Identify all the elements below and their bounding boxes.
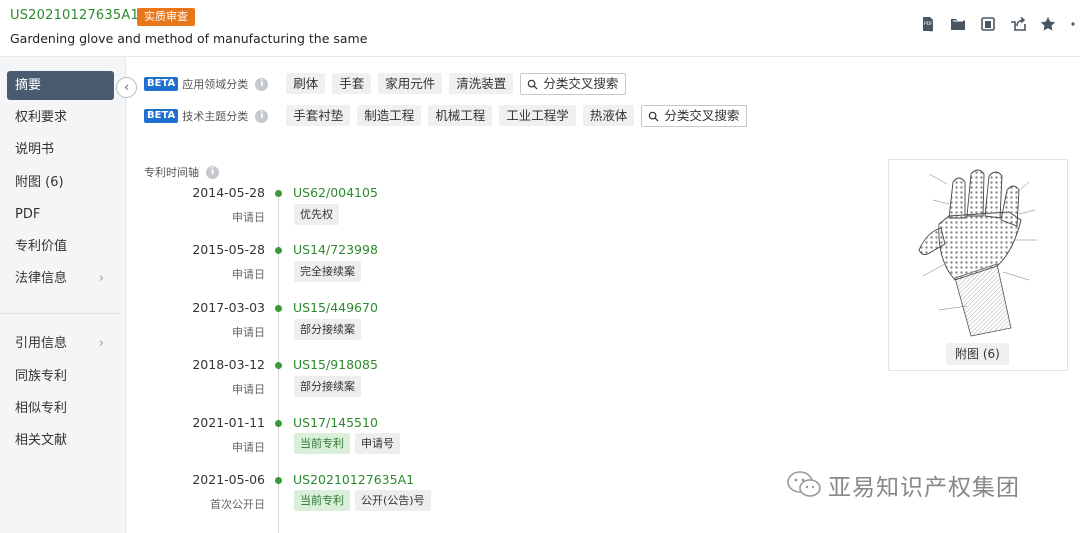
timeline-date-type: 申请日 — [232, 268, 265, 281]
timeline-tag: 申请号 — [355, 433, 400, 454]
timeline-date-type: 申请日 — [232, 441, 265, 454]
timeline-dot — [275, 247, 282, 254]
sidebar-item-description[interactable]: 说明书 — [7, 135, 114, 164]
timeline-entry: 2014-05-28 申请日 US62/004105 优先权 — [0, 185, 600, 235]
publication-number-link[interactable]: US20210127635A1 — [293, 472, 414, 487]
info-icon[interactable]: i — [255, 77, 269, 91]
patent-header: US20210127635A1 实质审查 Gardening glove and… — [0, 0, 1080, 57]
application-number-link[interactable]: US15/449670 — [293, 300, 378, 315]
timeline-date: 2014-05-28 — [192, 185, 265, 200]
classification-tag[interactable]: 制造工程 — [357, 105, 422, 126]
timeline-dot — [275, 420, 282, 427]
figures-button[interactable]: 附图 (6) — [946, 343, 1009, 365]
application-field-tags: 刷体 手套 家用元件 清洗装置 分类交叉搜索 — [286, 73, 627, 95]
current-patent-tag: 当前专利 — [294, 490, 350, 511]
timeline-tag: 完全接续案 — [294, 261, 361, 282]
figure-thumbnail-card[interactable]: 附图 (6) — [888, 159, 1068, 371]
info-icon[interactable]: i — [255, 109, 269, 123]
glove-drawing-image — [918, 169, 1037, 337]
timeline-date: 2018-03-12 — [192, 357, 265, 372]
cross-search-button[interactable]: 分类交叉搜索 — [520, 73, 627, 95]
timeline-date: 2021-05-06 — [192, 472, 265, 487]
more-icon[interactable] — [1070, 16, 1080, 32]
timeline-entry: 2015-05-28 申请日 US14/723998 完全接续案 — [0, 242, 600, 292]
status-badge: 实质审查 — [137, 8, 195, 26]
sidebar-item-label: 说明书 — [15, 142, 55, 157]
timeline-entry: 2021-05-06 首次公开日 US20210127635A1 当前专利 公开… — [0, 472, 600, 522]
share-icon[interactable] — [1010, 16, 1026, 32]
classification-tag[interactable]: 热液体 — [582, 105, 635, 126]
timeline-dot — [275, 190, 282, 197]
classification-tag[interactable]: 手套衬垫 — [286, 105, 351, 126]
application-number-link[interactable]: US14/723998 — [293, 242, 378, 257]
sidebar-item-label: 权利要求 — [15, 110, 68, 125]
timeline-entry: 2018-03-12 申请日 US15/918085 部分接续案 — [0, 357, 600, 407]
cross-search-label: 分类交叉搜索 — [664, 108, 740, 123]
star-icon[interactable] — [1040, 16, 1056, 32]
patent-title: Gardening glove and method of manufactur… — [10, 31, 368, 46]
cross-search-label: 分类交叉搜索 — [543, 76, 619, 91]
cross-search-button[interactable]: 分类交叉搜索 — [641, 105, 748, 127]
classification-tag[interactable]: 刷体 — [286, 73, 326, 94]
timeline-date: 2017-03-03 — [192, 300, 265, 315]
timeline-tag: 部分接续案 — [294, 319, 361, 340]
timeline-dot — [275, 362, 282, 369]
timeline-tag: 公开(公告)号 — [355, 490, 431, 511]
search-icon — [528, 79, 538, 90]
application-number-link[interactable]: US62/004105 — [293, 185, 378, 200]
technical-topic-label: 技术主题分类 — [182, 110, 249, 123]
timeline-date-type: 首次公开日 — [210, 498, 265, 511]
timeline-dot — [275, 305, 282, 312]
timeline-heading-label: 专利时间轴 — [144, 166, 199, 179]
timeline-heading: 专利时间轴 i — [144, 164, 219, 180]
classification-tag[interactable]: 工业工程学 — [499, 105, 576, 126]
technical-topic-tags: 手套衬垫 制造工程 机械工程 工业工程学 热液体 分类交叉搜索 — [286, 105, 748, 127]
classification-tag[interactable]: 手套 — [332, 73, 372, 94]
timeline-date: 2021-01-11 — [192, 415, 265, 430]
wechat-watermark: 亚易知识产权集团 — [786, 468, 1020, 502]
timeline-date: 2015-05-28 — [192, 242, 265, 257]
wechat-icon — [787, 471, 821, 497]
timeline-entry: 2017-03-03 申请日 US15/449670 部分接续案 — [0, 300, 600, 350]
technical-topic-row: BETA 技术主题分类 i 手套衬垫 制造工程 机械工程 工业工程学 热液体 分… — [144, 104, 748, 128]
svg-text:PDF: PDF — [924, 21, 933, 27]
application-number-link[interactable]: US15/918085 — [293, 357, 378, 372]
classification-tag[interactable]: 机械工程 — [428, 105, 493, 126]
beta-badge: BETA — [144, 77, 179, 91]
pdf-download-icon[interactable]: PDF — [920, 16, 936, 32]
watermark-text: 亚易知识产权集团 — [828, 475, 1020, 501]
application-field-row: BETA 应用领域分类 i 刷体 手套 家用元件 清洗装置 分类交叉搜索 — [144, 72, 627, 96]
sidebar-item-label: 摘要 — [15, 78, 42, 93]
current-patent-tag: 当前专利 — [294, 433, 350, 454]
timeline-date-type: 申请日 — [232, 383, 265, 396]
sidebar-item-claims[interactable]: 权利要求 — [7, 103, 114, 132]
copy-icon[interactable] — [980, 16, 996, 32]
info-icon[interactable]: i — [206, 165, 219, 179]
toolbar: PDF — [920, 16, 1080, 32]
application-field-label: 应用领域分类 — [182, 78, 249, 91]
timeline-date-type: 申请日 — [232, 326, 265, 339]
folder-icon[interactable] — [950, 16, 966, 32]
timeline-dot — [275, 477, 282, 484]
publication-number: US20210127635A1 — [10, 8, 139, 23]
application-number-link[interactable]: US17/145510 — [293, 415, 378, 430]
beta-badge: BETA — [144, 109, 179, 123]
classification-tag[interactable]: 家用元件 — [378, 73, 443, 94]
timeline-date-type: 申请日 — [232, 211, 265, 224]
collapse-sidebar-button[interactable]: ‹ — [116, 77, 137, 98]
sidebar-item-abstract[interactable]: 摘要 — [7, 71, 114, 100]
classification-tag[interactable]: 清洗装置 — [449, 73, 514, 94]
search-icon — [649, 111, 659, 122]
timeline-tag: 优先权 — [294, 204, 339, 225]
timeline-entry: 2021-01-11 申请日 US17/145510 当前专利 申请号 — [0, 415, 600, 465]
timeline-tag: 部分接续案 — [294, 376, 361, 397]
